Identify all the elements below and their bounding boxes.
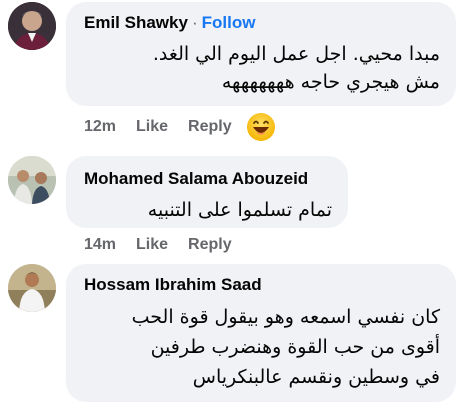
comment-text-line: مش هيجري حاجه هههههههه <box>221 71 440 93</box>
comment-text-line: كان نفسي اسمعه وهو بيقول قوة الحب <box>131 306 440 328</box>
separator-dot: · <box>191 13 198 32</box>
timestamp[interactable]: 14m <box>84 236 116 254</box>
comment-text-line: مبدا محيي. اجل عمل اليوم الي الغد. <box>152 43 440 65</box>
avatar[interactable] <box>8 156 56 204</box>
comment-actions: 12m Like Reply <box>84 112 276 142</box>
comment-text-line: تمام تسلموا على التنبيه <box>147 199 332 221</box>
comment-text-line: في وسطين ونقسم عالبنكرياس <box>192 366 440 388</box>
like-button[interactable]: Like <box>136 236 168 254</box>
avatar[interactable] <box>8 264 56 312</box>
like-button[interactable]: Like <box>136 118 168 136</box>
comment-bubble: Hossam Ibrahim Saad كان نفسي اسمعه وهو ب… <box>66 264 456 402</box>
comment-bubble: Emil Shawky · Follow مبدا محيي. اجل عمل ال… <box>66 2 456 106</box>
timestamp[interactable]: 12m <box>84 118 116 136</box>
follow-link[interactable]: Follow <box>202 13 256 32</box>
comment-actions: 14m Like Reply <box>84 232 252 258</box>
laughing-emoji-icon[interactable] <box>246 112 276 142</box>
reply-button[interactable]: Reply <box>188 118 232 136</box>
author-name[interactable]: Mohamed Salama Abouzeid <box>84 168 332 190</box>
comment-text-line: أقوى من حب القوة وهنضرب طرفين <box>150 336 440 358</box>
author-name[interactable]: Emil Shawky <box>84 13 188 32</box>
author-line: Emil Shawky · Follow <box>84 12 440 34</box>
avatar[interactable] <box>8 2 56 50</box>
author-name[interactable]: Hossam Ibrahim Saad <box>84 274 440 296</box>
reply-button[interactable]: Reply <box>188 236 232 254</box>
comment-bubble: Mohamed Salama Abouzeid تمام تسلموا على … <box>66 156 348 228</box>
